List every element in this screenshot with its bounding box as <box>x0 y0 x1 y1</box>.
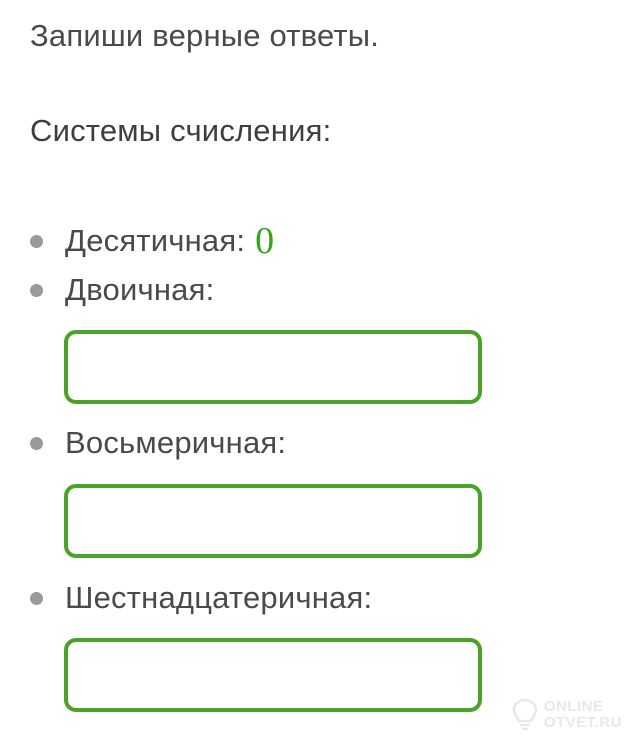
binary-answer-input[interactable] <box>64 330 482 404</box>
watermark-line1: ONLINE <box>543 698 604 715</box>
watermark-text: ONLINE OTVET.RU <box>544 699 622 731</box>
octal-label: Восьмеричная: <box>65 425 287 460</box>
binary-label: Двоичная: <box>65 272 215 307</box>
hexadecimal-answer-input[interactable] <box>64 638 482 712</box>
octal-answer-input[interactable] <box>64 484 482 558</box>
list-item-hexadecimal: Шестнадцатеричная: <box>30 580 372 616</box>
decimal-answer: 0 <box>255 220 275 262</box>
bullet-icon <box>30 436 43 450</box>
list-item-decimal: Десятичная: 0 <box>30 222 274 260</box>
lightbulb-icon <box>512 698 538 731</box>
decimal-label: Десятичная: <box>65 223 246 258</box>
number-systems-list: Десятичная: 0 Двоичная: Восьмеричная: Ше… <box>0 0 636 742</box>
list-item-octal: Восьмеричная: <box>30 425 286 461</box>
bullet-icon <box>30 283 43 297</box>
watermark-line2: OTVET.RU <box>543 714 622 731</box>
list-item-binary: Двоичная: <box>30 272 214 308</box>
bullet-icon <box>30 234 43 248</box>
watermark: ONLINE OTVET.RU <box>512 698 622 732</box>
hexadecimal-label: Шестнадцатеричная: <box>65 580 373 615</box>
bullet-icon <box>30 591 43 605</box>
